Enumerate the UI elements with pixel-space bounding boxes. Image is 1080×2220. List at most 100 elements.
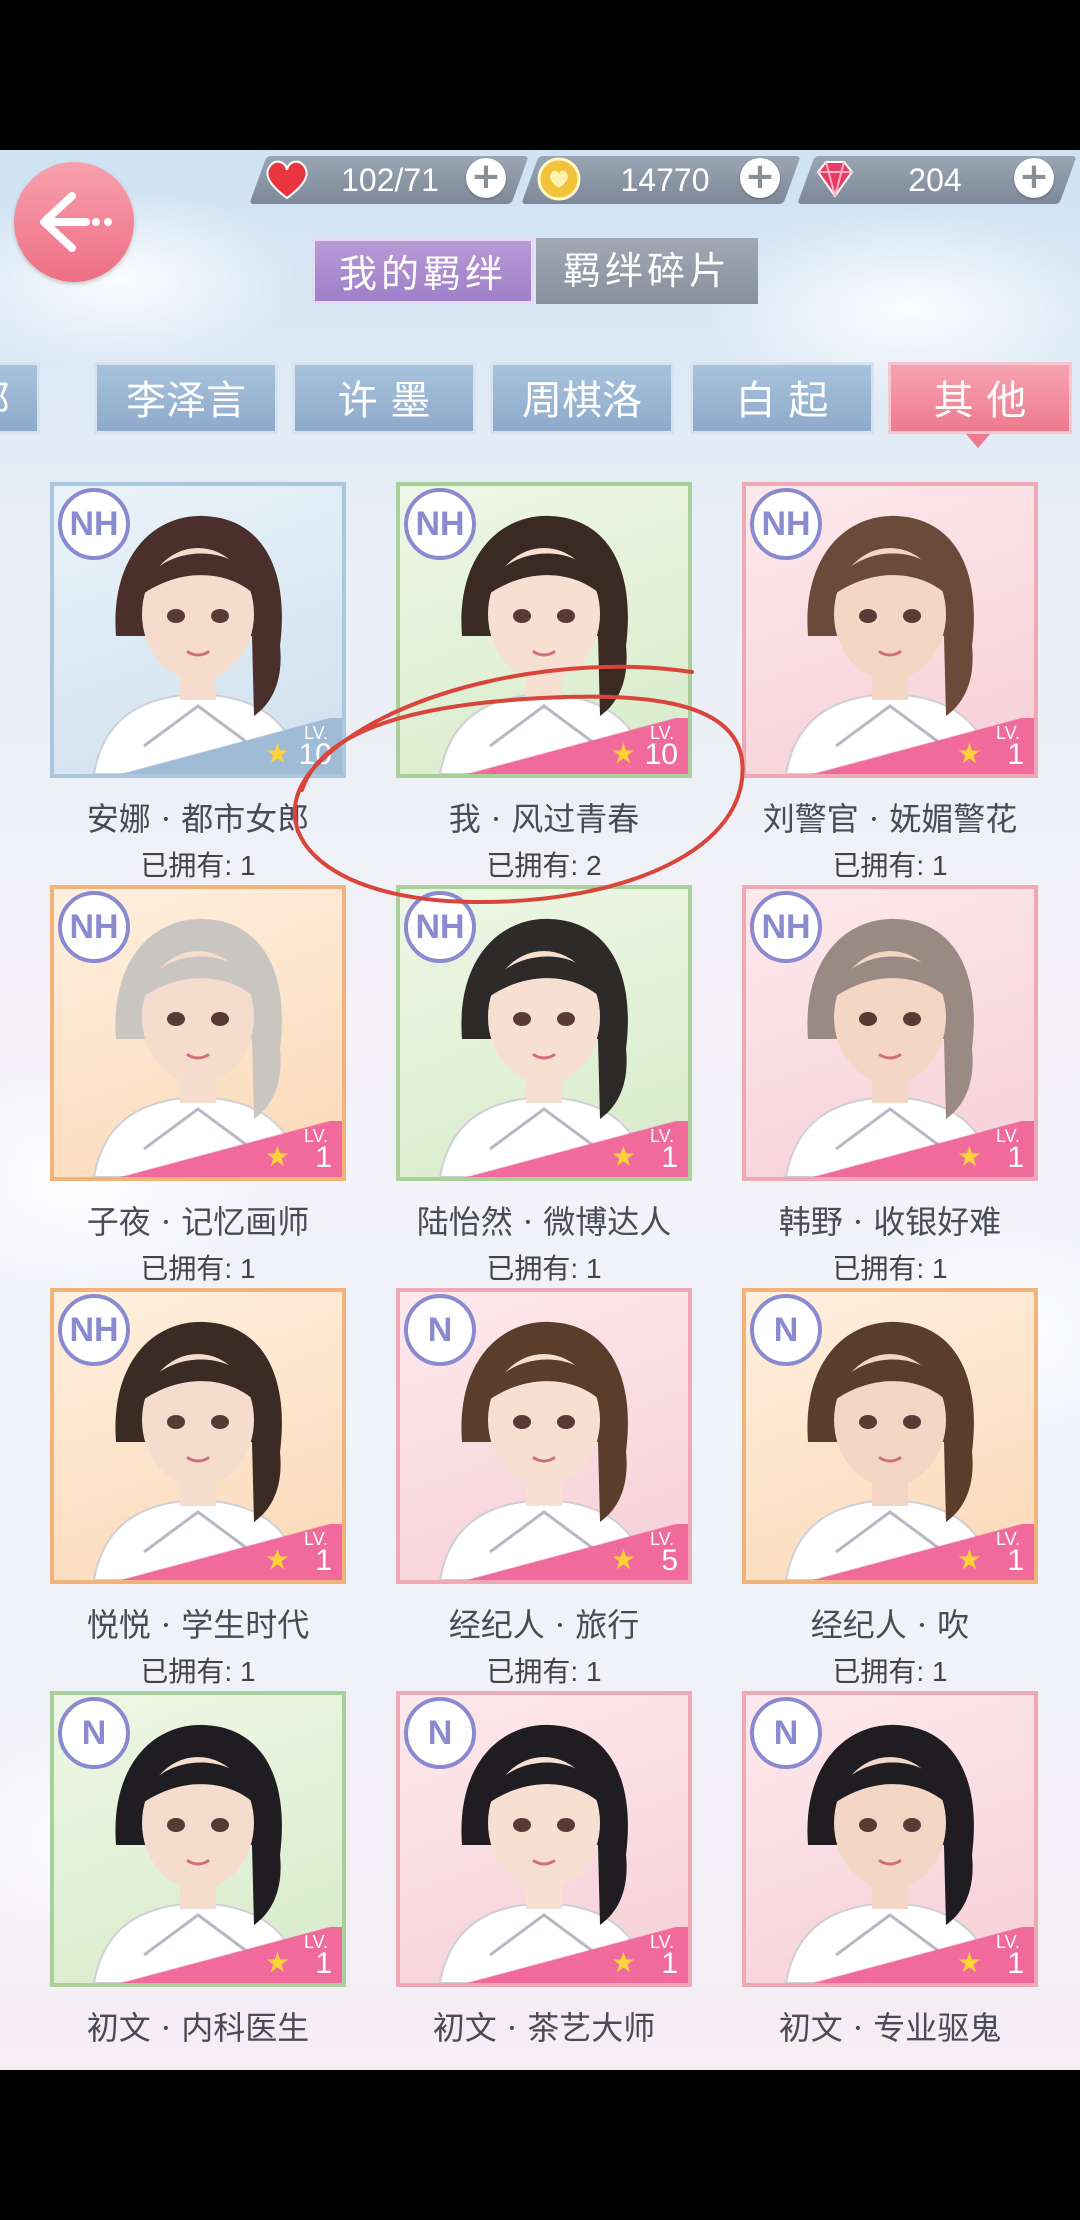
add-coins-button[interactable]: + [740, 158, 780, 198]
rank-badge: NH [404, 891, 476, 963]
rank-badge: NH [58, 488, 130, 560]
character-card[interactable]: NH LV. ★ 10 [396, 482, 692, 778]
character-card[interactable]: NH LV. ★ 1 [50, 1288, 346, 1584]
character-card[interactable]: N LV. ★ 1 [742, 1691, 1038, 1987]
star-icon: ★ [956, 1543, 982, 1576]
owned-count: 已拥有: 1 [832, 850, 948, 881]
level-value: 10 [298, 738, 332, 771]
owned-count: 已拥有: 1 [140, 1656, 256, 1687]
level-value: 1 [1007, 1141, 1024, 1174]
rank-badge: NH [750, 891, 822, 963]
star-icon: ★ [610, 1543, 636, 1576]
gem-icon [810, 156, 860, 202]
back-arrow-icon [40, 192, 112, 252]
tab-category-other[interactable]: 其 他 [888, 362, 1072, 434]
coin-icon [536, 156, 586, 202]
card-name: 子夜 · 记忆画师 [86, 1203, 310, 1241]
character-card[interactable]: NH LV. ★ 1 [396, 885, 692, 1181]
star-icon: ★ [264, 1543, 290, 1576]
card-name: 悦悦 · 学生时代 [86, 1606, 310, 1644]
card-name: 安娜 · 都市女郎 [86, 800, 310, 838]
rank-badge: NH [58, 891, 130, 963]
character-card[interactable]: NH LV. ★ 10 [50, 482, 346, 778]
rank-badge: NH [404, 488, 476, 560]
gems-value: 204 [908, 162, 962, 198]
level-value: 1 [661, 1141, 678, 1174]
level-band [400, 1927, 688, 1983]
star-icon: ★ [610, 1140, 636, 1173]
level-band [746, 1927, 1034, 1983]
owned-count: 已拥有: 1 [486, 1656, 602, 1687]
rank-badge: N [404, 1294, 476, 1366]
back-button[interactable] [14, 162, 134, 282]
card-name: 经纪人 · 吹 [810, 1606, 970, 1644]
owned-count: 已拥有: 2 [486, 850, 602, 881]
character-card[interactable]: N LV. ★ 1 [742, 1288, 1038, 1584]
character-card[interactable]: NH LV. ★ 1 [50, 885, 346, 1181]
owned-count: 已拥有: 1 [832, 1253, 948, 1284]
card-name: 刘警官 · 妩媚警花 [762, 800, 1018, 838]
tab-category-bai-qi[interactable]: 白 起 [690, 362, 874, 434]
owned-count: 已拥有: 1 [140, 1253, 256, 1284]
star-icon: ★ [610, 737, 636, 770]
character-card[interactable]: N LV. ★ 1 [396, 1691, 692, 1987]
tab-category-zhou-qiluo[interactable]: 周棋洛 [490, 362, 674, 434]
level-value: 1 [1007, 738, 1024, 771]
character-card[interactable]: N LV. ★ 5 [396, 1288, 692, 1584]
tab-category-li-zeyan[interactable]: 李泽言 [94, 362, 278, 434]
tab-category-xu-mo[interactable]: 许 墨 [292, 362, 476, 434]
card-name: 经纪人 · 旅行 [448, 1606, 640, 1644]
card-name: 初文 · 茶艺大师 [432, 2009, 656, 2047]
card-name: 初文 · 内科医生 [86, 2009, 310, 2047]
stamina-value: 102/71 [341, 162, 439, 198]
character-card[interactable]: NH LV. ★ 1 [742, 482, 1038, 778]
bond-collection-screen: 102/71 + 14770 + 204 + 我的羁绊 羁绊碎片 李泽言 许 墨… [0, 150, 1080, 2070]
card-name: 我 · 风过青春 [448, 800, 640, 838]
owned-count: 已拥有: 1 [486, 1253, 602, 1284]
owned-count: 已拥有: 1 [832, 1656, 948, 1687]
level-value: 1 [315, 1544, 332, 1577]
level-value: 1 [1007, 1544, 1024, 1577]
level-band [746, 718, 1034, 774]
level-value: 1 [315, 1141, 332, 1174]
level-band [400, 1121, 688, 1177]
star-icon: ★ [264, 1140, 290, 1173]
level-value: 1 [661, 1947, 678, 1980]
level-band [400, 1524, 688, 1580]
star-icon: ★ [264, 737, 290, 770]
level-value: 1 [1007, 1947, 1024, 1980]
rank-badge: N [58, 1697, 130, 1769]
star-icon: ★ [610, 1946, 636, 1979]
rank-badge: N [750, 1697, 822, 1769]
level-band [54, 1927, 342, 1983]
character-card[interactable]: N LV. ★ 1 [50, 1691, 346, 1987]
owned-count: 已拥有: 1 [140, 850, 256, 881]
add-stamina-button[interactable]: + [466, 158, 506, 198]
character-card[interactable]: NH LV. ★ 1 [742, 885, 1038, 1181]
coins-value: 14770 [620, 162, 710, 198]
level-band [746, 1121, 1034, 1177]
active-tab-pointer-icon [966, 434, 990, 448]
card-name: 陆怡然 · 微博达人 [416, 1203, 672, 1241]
level-band [746, 1524, 1034, 1580]
tab-category-partial[interactable]: 部 [0, 362, 40, 434]
card-name: 韩野 · 收银好难 [778, 1203, 1002, 1241]
add-gems-button[interactable]: + [1014, 158, 1054, 198]
rank-badge: N [750, 1294, 822, 1366]
rank-badge: NH [750, 488, 822, 560]
star-icon: ★ [264, 1946, 290, 1979]
level-value: 5 [661, 1544, 678, 1577]
rank-badge: N [404, 1697, 476, 1769]
rank-badge: NH [58, 1294, 130, 1366]
level-band [54, 1121, 342, 1177]
card-name: 初文 · 专业驱鬼 [778, 2009, 1002, 2047]
star-icon: ★ [956, 1946, 982, 1979]
level-value: 10 [644, 738, 678, 771]
tab-my-bonds[interactable]: 我的羁绊 [312, 238, 534, 304]
star-icon: ★ [956, 737, 982, 770]
tab-bond-fragments[interactable]: 羁绊碎片 [536, 238, 758, 304]
level-value: 1 [315, 1947, 332, 1980]
star-icon: ★ [956, 1140, 982, 1173]
level-band [54, 1524, 342, 1580]
heart-icon [262, 156, 312, 202]
